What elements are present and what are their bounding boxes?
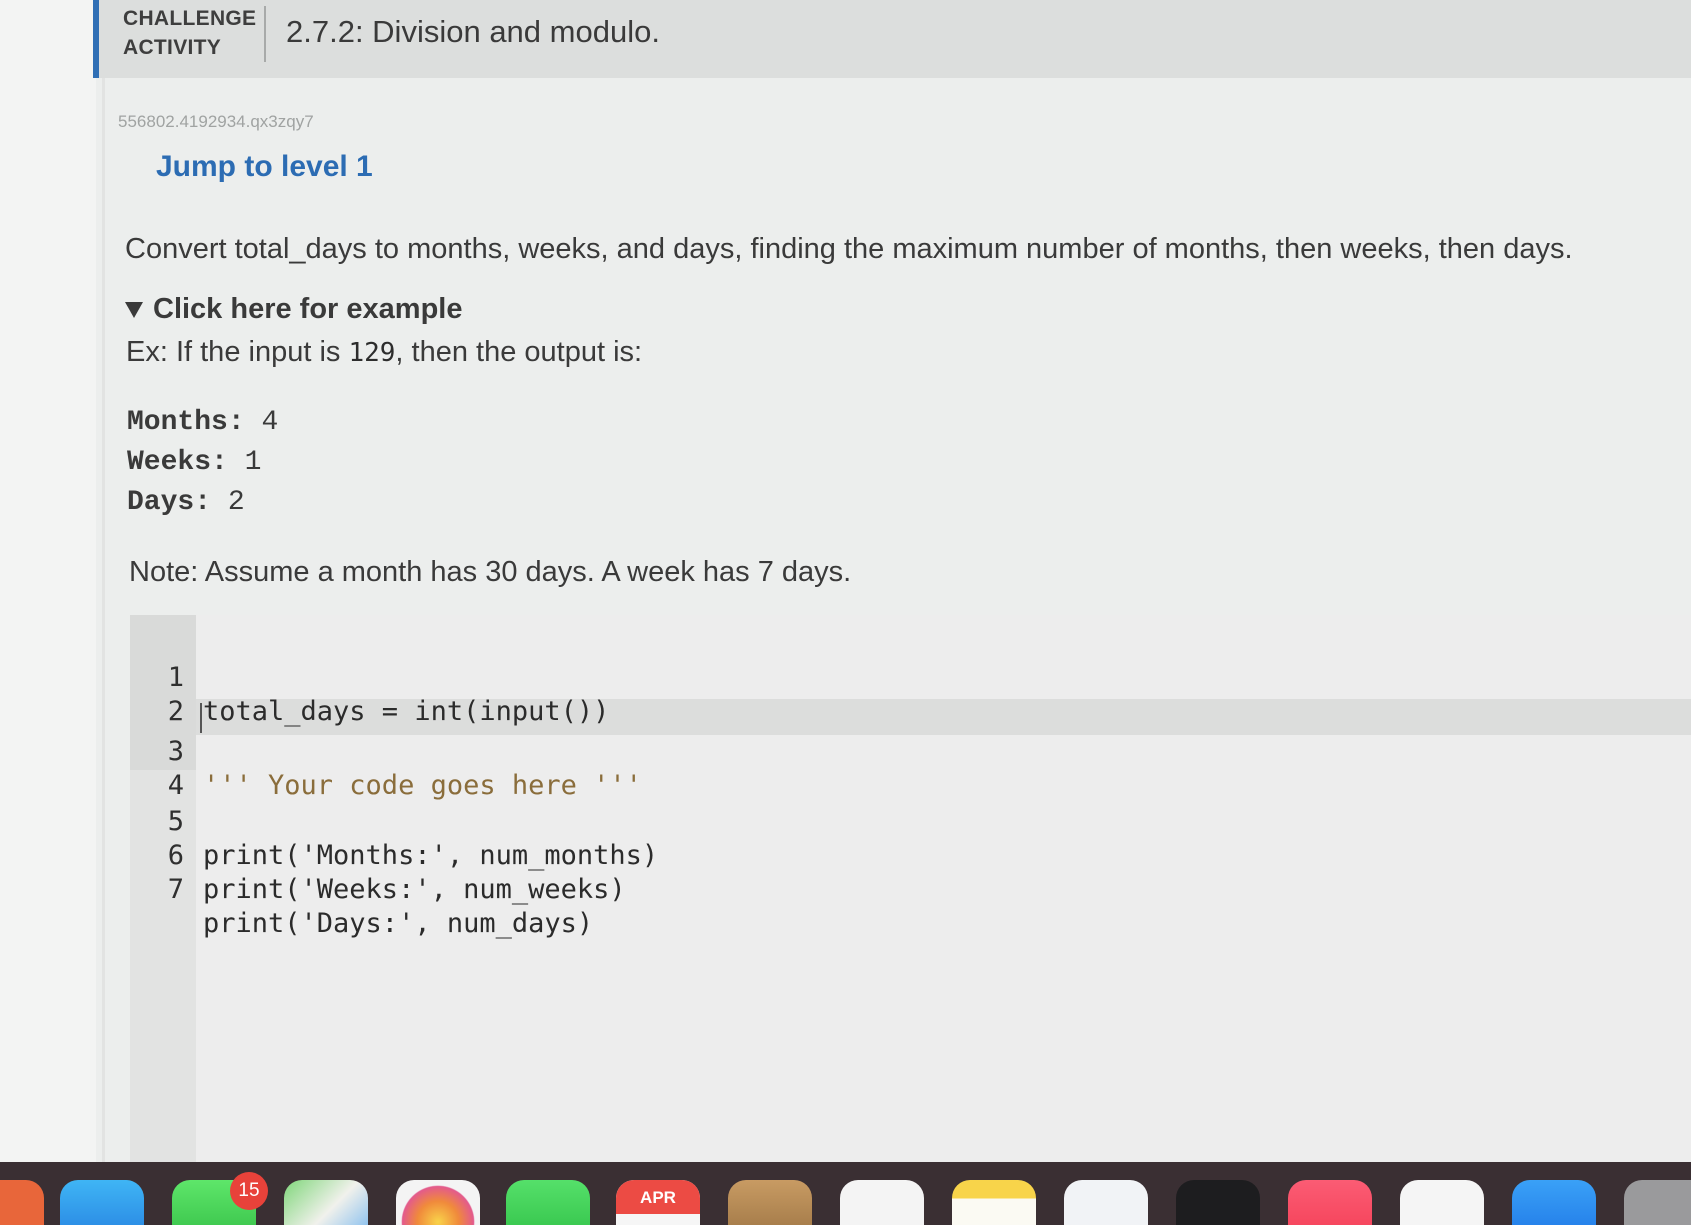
safari-icon[interactable]	[60, 1180, 144, 1225]
note-text: Note: Assume a month has 30 days. A week…	[129, 556, 852, 588]
photos-icon[interactable]	[396, 1180, 480, 1225]
freeform-icon[interactable]	[1064, 1180, 1148, 1225]
code-line[interactable]: 2	[130, 661, 1691, 727]
code-editor[interactable]: 1 total_days = int(input()) 2 3 ''' Your…	[130, 615, 1691, 1162]
activity-id: 556802.4192934.qx3zqy7	[118, 112, 314, 131]
example-toggle[interactable]: Click here for example	[125, 293, 462, 326]
disclosure-triangle-icon	[125, 301, 143, 318]
activity-type-label: CHALLENGE ACTIVITY	[123, 7, 257, 59]
activity-title: 2.7.2: Division and modulo.	[286, 14, 660, 49]
code-text[interactable]: print('Weeks:', num_weeks)	[203, 873, 626, 907]
podcasts-icon[interactable]	[728, 1180, 812, 1225]
app-icon[interactable]	[0, 1180, 44, 1225]
activity-page: CHALLENGE ACTIVITY 2.7.2: Division and m…	[0, 0, 1691, 1162]
example-intro: Ex: If the input is 129, then the output…	[126, 336, 643, 368]
code-line[interactable]: 3 ''' Your code goes here '''	[130, 701, 1691, 801]
text-cursor	[200, 703, 202, 733]
line-number: 7	[167, 874, 184, 905]
left-margin	[0, 0, 96, 1162]
code-line[interactable]: 6 print('Weeks:', num_weeks)	[130, 805, 1691, 905]
example-input-value: 129	[348, 338, 396, 368]
settings-icon[interactable]	[1624, 1180, 1691, 1225]
news-icon[interactable]	[1400, 1180, 1484, 1225]
output-line: Months: 4	[127, 407, 279, 438]
code-line[interactable]: 7 print('Days:', num_days)	[130, 839, 1691, 939]
code-line[interactable]: 1 total_days = int(input())	[130, 627, 1691, 727]
calendar-month: APR	[640, 1188, 676, 1207]
code-text[interactable]: print('Days:', num_days)	[203, 907, 593, 941]
example-toggle-label: Click here for example	[153, 293, 463, 325]
activity-header: CHALLENGE ACTIVITY 2.7.2: Division and m…	[93, 0, 1691, 78]
code-line[interactable]: 4	[130, 735, 1691, 801]
maps-icon[interactable]	[284, 1180, 368, 1225]
facetime-icon[interactable]	[506, 1180, 590, 1225]
output-line: Weeks: 1	[127, 447, 262, 478]
notes-icon[interactable]	[952, 1180, 1036, 1225]
content-border	[102, 78, 105, 1162]
instructions-text: Convert total_days to months, weeks, and…	[125, 233, 1573, 265]
jump-to-level-link[interactable]: Jump to level 1	[156, 150, 373, 184]
calendar-icon[interactable]: APR	[616, 1180, 700, 1225]
reminders-icon[interactable]	[840, 1180, 924, 1225]
code-line[interactable]: 5 print('Months:', num_months)	[130, 771, 1691, 871]
example-output: Months: 4 Weeks: 1 Days: 2	[127, 403, 278, 523]
header-divider	[264, 6, 266, 62]
macos-dock: 15 APR	[0, 1162, 1691, 1225]
music-icon[interactable]	[1288, 1180, 1372, 1225]
output-line: Days: 2	[127, 487, 245, 518]
xcode-icon[interactable]	[1512, 1180, 1596, 1225]
appletv-icon[interactable]	[1176, 1180, 1260, 1225]
messages-badge: 15	[230, 1172, 268, 1210]
